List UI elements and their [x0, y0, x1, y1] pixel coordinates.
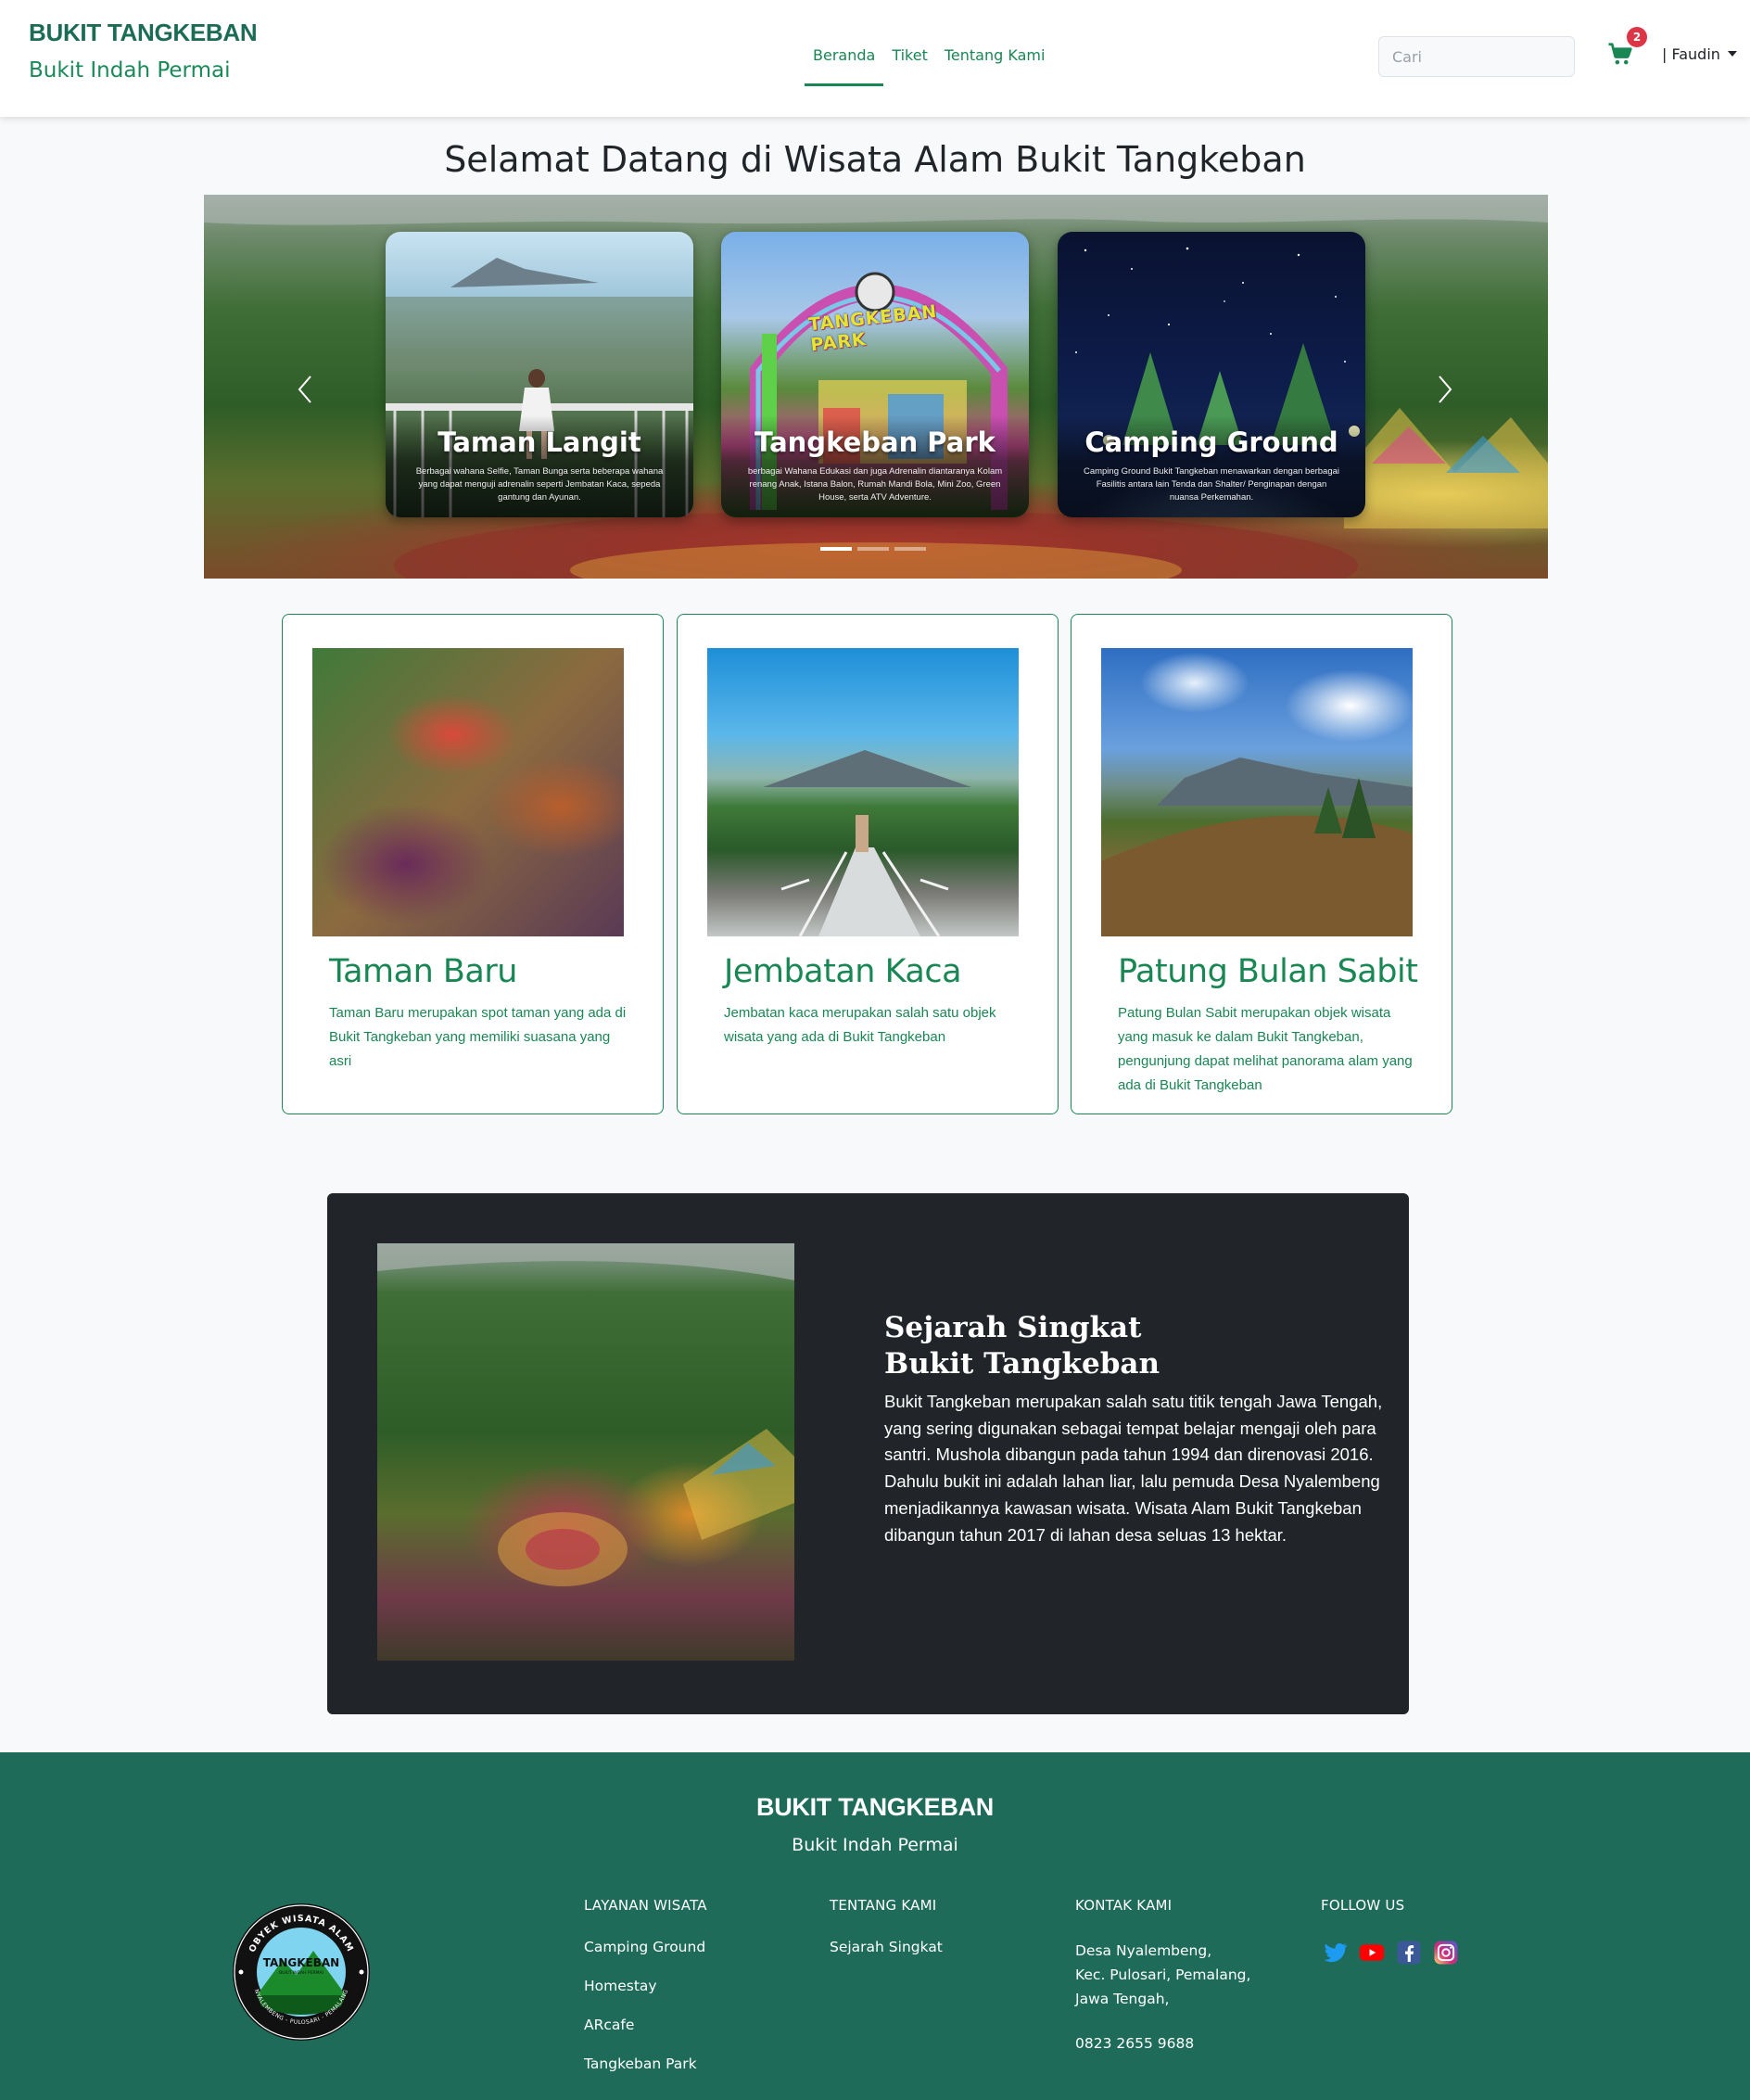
- instagram-icon-svg: [1434, 1941, 1458, 1965]
- welcome-heading: Selamat Datang di Wisata Alam Bukit Tang…: [444, 139, 1306, 180]
- history-image-art: [377, 1243, 794, 1586]
- carousel-prev-button[interactable]: [292, 371, 318, 408]
- attraction-card-taman-baru[interactable]: Taman Baru Taman Baru merupakan spot tam…: [282, 614, 664, 1114]
- slide-title: Tangkeban Park: [755, 426, 995, 458]
- history-text: Bukit Tangkeban merupakan salah satu tit…: [884, 1392, 1383, 1545]
- card-image: [312, 648, 624, 936]
- hero-carousel: Taman Langit Berbagai wahana Selfie, Tam…: [204, 195, 1548, 579]
- search-input[interactable]: [1378, 36, 1575, 77]
- brand-title[interactable]: BUKIT TANGKEBAN: [29, 19, 258, 47]
- footer-col-layanan-wisata: LAYANAN WISATA Camping Ground Homestay A…: [584, 1897, 707, 2094]
- slide-taman-langit[interactable]: Taman Langit Berbagai wahana Selfie, Tam…: [386, 232, 693, 517]
- attraction-card-jembatan-kaca[interactable]: Jembatan Kaca Jembatan kaca merupakan sa…: [677, 614, 1059, 1114]
- contact-phone[interactable]: 0823 2655 9688: [1075, 2035, 1250, 2052]
- nav-links: Beranda Tiket Tentang Kami: [805, 43, 1053, 86]
- footer-heading: LAYANAN WISATA: [584, 1897, 707, 1914]
- carousel-indicator[interactable]: [857, 547, 889, 551]
- facebook-icon-svg: [1397, 1941, 1421, 1965]
- history-section: Sejarah Singkat Bukit Tangkeban Bukit Ta…: [327, 1193, 1409, 1714]
- twitter-icon-svg: [1324, 1943, 1348, 1963]
- brand-subtitle: Bukit Indah Permai: [29, 58, 231, 83]
- carousel-indicators: [820, 547, 926, 551]
- slide-description: Berbagai wahana Selfie, Taman Bunga sert…: [415, 466, 664, 503]
- logo-tagline: BUKIT INDAH PERMAI: [279, 1970, 323, 1976]
- address-line: Jawa Tengah,: [1075, 1991, 1170, 2007]
- brand[interactable]: BUKIT TANGKEBAN Bukit Indah Permai: [29, 19, 258, 83]
- logo-name: TANGKEBAN: [263, 1956, 339, 1969]
- card-title: Taman Baru: [329, 953, 517, 990]
- tangkeban-logo[interactable]: OBYEK WISATA ALAM TANGKEBAN BUKIT INDAH …: [232, 1903, 371, 2042]
- youtube-icon-svg: [1359, 1944, 1385, 1961]
- chevron-right-icon: [1439, 375, 1452, 403]
- tangkeban-logo-svg: OBYEK WISATA ALAM TANGKEBAN BUKIT INDAH …: [233, 1903, 370, 2041]
- footer-heading: KONTAK KAMI: [1075, 1897, 1173, 1914]
- footer-link-sejarah-singkat[interactable]: Sejarah Singkat: [830, 1939, 943, 1955]
- attraction-card-patung-bulan-sabit[interactable]: Patung Bulan Sabit Patung Bulan Sabit me…: [1071, 614, 1452, 1114]
- carousel-indicator[interactable]: [820, 547, 852, 551]
- card-image: [1101, 648, 1413, 936]
- user-name: | Faudin: [1662, 45, 1720, 63]
- user-dropdown[interactable]: | Faudin: [1662, 45, 1737, 63]
- nav-link-tiket[interactable]: Tiket: [883, 43, 936, 86]
- card-image-art: [763, 750, 971, 937]
- card-title: Jembatan Kaca: [724, 953, 962, 990]
- footer-heading: TENTANG KAMI: [830, 1897, 937, 1914]
- facebook-icon[interactable]: [1395, 1939, 1423, 1966]
- footer-subtitle: Bukit Indah Permai: [792, 1835, 958, 1855]
- card-text: Jembatan kaca merupakan salah satu objek…: [724, 1005, 996, 1045]
- social-icons: [1321, 1939, 1460, 1966]
- footer: BUKIT TANGKEBAN Bukit Indah Permai OBYEK…: [0, 1752, 1750, 2100]
- card-text: Taman Baru merupakan spot taman yang ada…: [329, 1005, 627, 1069]
- history-image: [377, 1243, 794, 1661]
- instagram-icon[interactable]: [1432, 1939, 1460, 1966]
- card-image: [707, 648, 1019, 937]
- cart-count-badge: 2: [1627, 27, 1647, 47]
- caret-down-icon: [1727, 51, 1737, 57]
- slide-description: Camping Ground Bukit Tangkeban menawarka…: [1083, 466, 1340, 503]
- footer-col-follow-us: FOLLOW US: [1321, 1897, 1460, 1966]
- footer-heading: FOLLOW US: [1321, 1897, 1405, 1914]
- slide-tangkeban-park[interactable]: TANGKEBAN PARK Tangkeban Park berbagai W…: [721, 232, 1029, 517]
- history-title-line1: Sejarah Singkat: [884, 1311, 1142, 1344]
- slide-description: berbagai Wahana Edukasi dan juga Adrenal…: [747, 466, 1003, 503]
- nav-link-beranda[interactable]: Beranda: [805, 43, 884, 86]
- chevron-left-icon: [298, 375, 311, 403]
- navbar: BUKIT TANGKEBAN Bukit Indah Permai Beran…: [0, 0, 1750, 117]
- history-title-line2: Bukit Tangkeban: [884, 1347, 1160, 1381]
- slide-title: Taman Langit: [438, 426, 641, 458]
- card-title: Patung Bulan Sabit: [1118, 953, 1418, 990]
- address-line: Desa Nyalembeng,: [1075, 1942, 1212, 1959]
- card-text: Patung Bulan Sabit merupakan objek wisat…: [1118, 1005, 1413, 1093]
- carousel-next-button[interactable]: [1432, 371, 1458, 408]
- carousel-indicator[interactable]: [894, 547, 926, 551]
- twitter-icon[interactable]: [1321, 1939, 1349, 1966]
- footer-brand: BUKIT TANGKEBAN Bukit Indah Permai: [0, 1793, 1750, 1855]
- nav-link-tentang-kami[interactable]: Tentang Kami: [936, 43, 1054, 86]
- footer-link-camping-ground[interactable]: Camping Ground: [584, 1939, 707, 1955]
- slide-camping-ground[interactable]: Camping Ground Camping Ground Bukit Tang…: [1058, 232, 1365, 517]
- contact-address: Desa Nyalembeng, Kec. Pulosari, Pemalang…: [1075, 1939, 1250, 2011]
- footer-link-tangkeban-park[interactable]: Tangkeban Park: [584, 2055, 707, 2072]
- footer-link-arcafe[interactable]: ARcafe: [584, 2017, 707, 2033]
- history-title: Sejarah Singkat Bukit Tangkeban: [884, 1310, 1160, 1382]
- footer-link-homestay[interactable]: Homestay: [584, 1978, 707, 1994]
- footer-col-tentang-kami: TENTANG KAMI Sejarah Singkat: [830, 1897, 943, 1978]
- footer-title: BUKIT TANGKEBAN: [756, 1793, 994, 1821]
- slide-title: Camping Ground: [1084, 426, 1338, 458]
- address-line: Kec. Pulosari, Pemalang,: [1075, 1966, 1251, 1983]
- footer-col-kontak-kami: KONTAK KAMI Desa Nyalembeng, Kec. Pulosa…: [1075, 1897, 1250, 2052]
- card-image-art: [1101, 757, 1413, 936]
- youtube-icon[interactable]: [1358, 1939, 1386, 1966]
